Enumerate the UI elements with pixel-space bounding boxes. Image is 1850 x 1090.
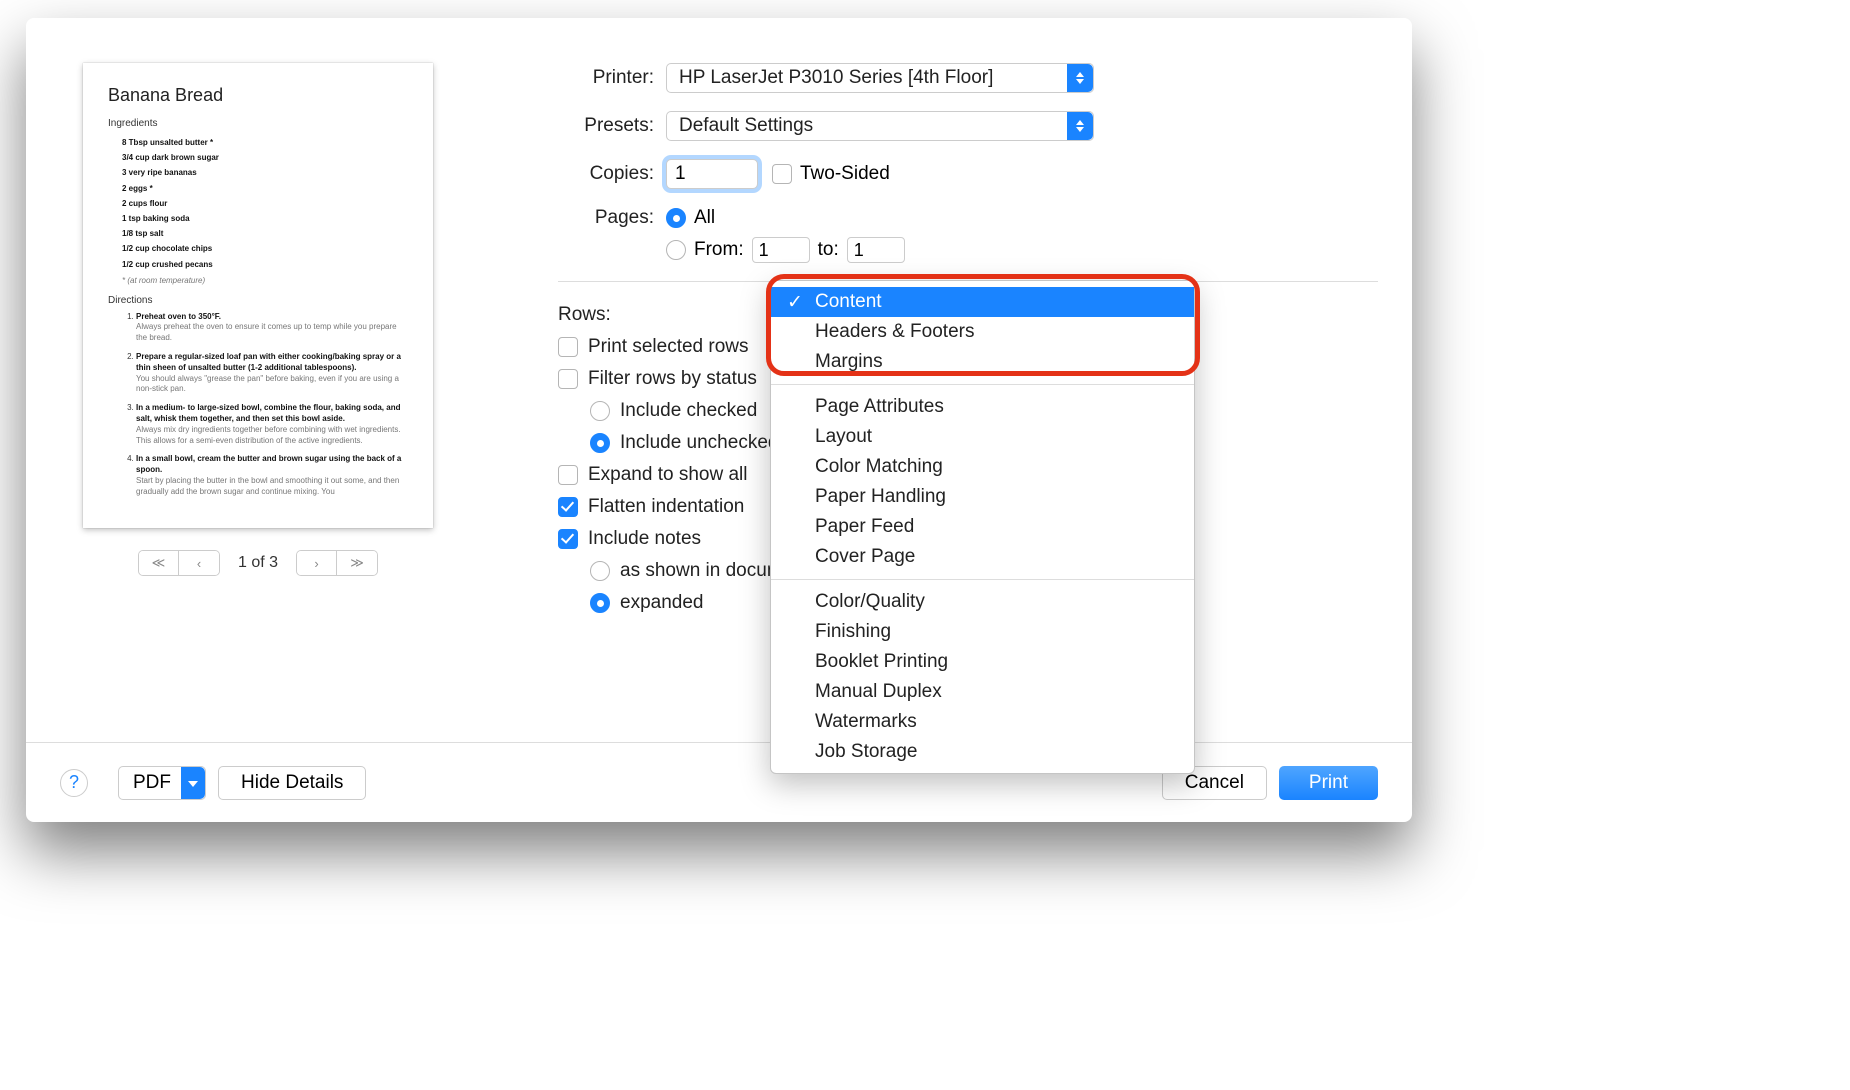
next-page-button[interactable]: › xyxy=(297,551,337,575)
popup-item[interactable]: Content xyxy=(771,287,1194,317)
flatten-checkbox[interactable] xyxy=(558,497,578,517)
copies-input[interactable] xyxy=(666,159,758,189)
filter-rows-label: Filter rows by status xyxy=(588,368,757,390)
preview-ingredient: 3 very ripe bananas xyxy=(108,165,408,180)
preview-direction: Preheat oven to 350°F.Always preheat the… xyxy=(136,312,408,344)
chevron-down-icon xyxy=(181,767,205,799)
filter-rows-checkbox[interactable] xyxy=(558,369,578,389)
two-sided-label: Two-Sided xyxy=(800,163,890,185)
popup-item[interactable]: Job Storage xyxy=(771,737,1194,767)
preview-direction: Prepare a regular-sized loaf pan with ei… xyxy=(136,352,408,395)
prev-page-button[interactable]: ‹ xyxy=(179,551,219,575)
hide-details-button[interactable]: Hide Details xyxy=(218,766,366,800)
notes-expanded-radio[interactable] xyxy=(590,593,610,613)
preview-directions-header: Directions xyxy=(108,295,408,306)
first-page-button[interactable]: ≪ xyxy=(139,551,179,575)
expand-checkbox[interactable] xyxy=(558,465,578,485)
pages-all-radio[interactable] xyxy=(666,208,686,228)
printer-label: Printer: xyxy=(558,67,666,89)
print-selected-label: Print selected rows xyxy=(588,336,749,358)
preview-title: Banana Bread xyxy=(108,85,408,106)
preview-ingredient: 1/2 cup crushed pecans xyxy=(108,257,408,272)
popup-item[interactable]: Color Matching xyxy=(771,452,1194,482)
preview-ingredient: 1/2 cup chocolate chips xyxy=(108,241,408,256)
preview-ingredient: 2 eggs * xyxy=(108,181,408,196)
preview-ingredient: 1/8 tsp salt xyxy=(108,226,408,241)
popup-separator xyxy=(771,579,1194,580)
popup-item[interactable]: Cover Page xyxy=(771,542,1194,572)
preview-column: Banana Bread Ingredients 8 Tbsp unsalted… xyxy=(68,63,448,624)
popup-item[interactable]: Color/Quality xyxy=(771,587,1194,617)
presets-value: Default Settings xyxy=(679,115,813,137)
copies-label: Copies: xyxy=(558,163,666,185)
notes-asshown-radio[interactable] xyxy=(590,561,610,581)
pages-all-label: All xyxy=(694,207,715,229)
two-sided-checkbox[interactable] xyxy=(772,164,792,184)
printer-value: HP LaserJet P3010 Series [4th Floor] xyxy=(679,67,993,89)
print-dialog: Banana Bread Ingredients 8 Tbsp unsalted… xyxy=(26,18,1412,822)
preview-ing-note: * (at room temperature) xyxy=(108,276,408,285)
include-notes-checkbox[interactable] xyxy=(558,529,578,549)
pages-to-label: to: xyxy=(818,239,839,261)
popup-item[interactable]: Margins xyxy=(771,347,1194,377)
chevron-updown-icon xyxy=(1067,64,1093,92)
preview-ingredient: 3/4 cup dark brown sugar xyxy=(108,150,408,165)
popup-item[interactable]: Paper Feed xyxy=(771,512,1194,542)
main-area: Banana Bread Ingredients 8 Tbsp unsalted… xyxy=(26,18,1412,624)
notes-expanded-label: expanded xyxy=(620,592,703,614)
include-unchecked-radio[interactable] xyxy=(590,433,610,453)
footer-bar: ? PDF Hide Details Cancel Print xyxy=(26,742,1412,822)
print-button[interactable]: Print xyxy=(1279,766,1378,800)
pages-range-radio[interactable] xyxy=(666,240,686,260)
preview-ingredient: 2 cups flour xyxy=(108,196,408,211)
pages-to-input[interactable] xyxy=(847,237,905,263)
flatten-label: Flatten indentation xyxy=(588,496,744,518)
popup-item[interactable]: Paper Handling xyxy=(771,482,1194,512)
expand-label: Expand to show all xyxy=(588,464,748,486)
printer-select[interactable]: HP LaserJet P3010 Series [4th Floor] xyxy=(666,63,1094,93)
pages-label: Pages: xyxy=(558,207,666,229)
popup-item[interactable]: Headers & Footers xyxy=(771,317,1194,347)
presets-label: Presets: xyxy=(558,115,666,137)
include-unchecked-label: Include unchecked xyxy=(620,432,778,454)
help-button[interactable]: ? xyxy=(60,769,88,797)
preview-page: Banana Bread Ingredients 8 Tbsp unsalted… xyxy=(83,63,433,528)
pdf-label: PDF xyxy=(133,772,171,794)
preview-ingredient: 1 tsp baking soda xyxy=(108,211,408,226)
include-notes-label: Include notes xyxy=(588,528,701,550)
popup-item[interactable]: Watermarks xyxy=(771,707,1194,737)
include-checked-radio[interactable] xyxy=(590,401,610,421)
popup-item[interactable]: Page Attributes xyxy=(771,392,1194,422)
section-popup-menu[interactable]: ContentHeaders & FootersMargins Page Att… xyxy=(770,280,1195,774)
include-checked-label: Include checked xyxy=(620,400,757,422)
pdf-menu-button[interactable]: PDF xyxy=(118,766,206,800)
preview-direction: In a small bowl, cream the butter and br… xyxy=(136,454,408,497)
popup-separator xyxy=(771,384,1194,385)
popup-item[interactable]: Booklet Printing xyxy=(771,647,1194,677)
preview-ingredients-header: Ingredients xyxy=(108,118,408,129)
popup-item[interactable]: Finishing xyxy=(771,617,1194,647)
pages-from-label: From: xyxy=(694,239,744,261)
preview-direction: In a medium- to large-sized bowl, combin… xyxy=(136,403,408,446)
last-page-button[interactable]: ≫ xyxy=(337,551,377,575)
preview-ingredient: 8 Tbsp unsalted butter * xyxy=(108,135,408,150)
chevron-updown-icon xyxy=(1067,112,1093,140)
page-indicator: 1 of 3 xyxy=(238,554,278,572)
pages-from-input[interactable] xyxy=(752,237,810,263)
print-selected-checkbox[interactable] xyxy=(558,337,578,357)
page-nav: ≪ ‹ 1 of 3 › ≫ xyxy=(68,550,448,576)
presets-select[interactable]: Default Settings xyxy=(666,111,1094,141)
popup-item[interactable]: Manual Duplex xyxy=(771,677,1194,707)
popup-item[interactable]: Layout xyxy=(771,422,1194,452)
